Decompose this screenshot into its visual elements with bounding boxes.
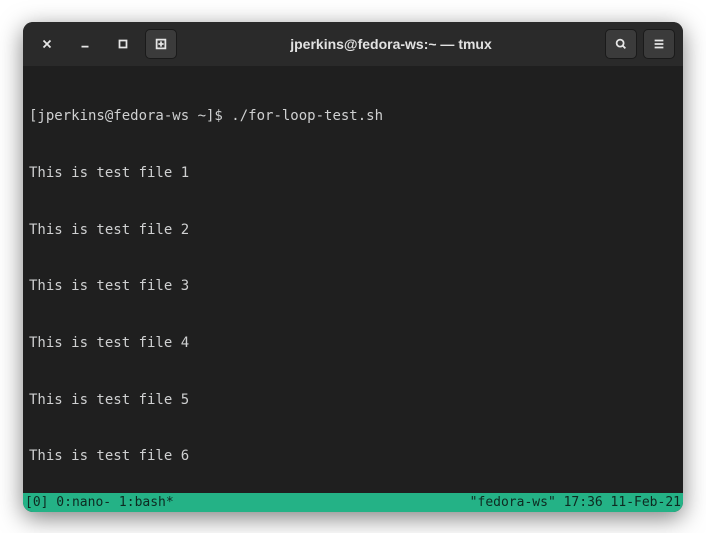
output-line: This is test file 1 [29,164,677,183]
output-line: This is test file 5 [29,391,677,410]
tmux-status-bar: [0] 0:nano- 1:bash* "fedora-ws" 17:36 11… [23,493,683,512]
close-button[interactable] [31,29,63,59]
output-line: This is test file 2 [29,221,677,240]
minimize-button[interactable] [69,29,101,59]
maximize-button[interactable] [107,29,139,59]
menu-button[interactable] [643,29,675,59]
title-bar: jperkins@fedora-ws:~ — tmux [23,22,683,66]
status-left: [0] 0:nano- 1:bash* [25,495,174,510]
terminal-area[interactable]: [jperkins@fedora-ws ~]$ ./for-loop-test.… [23,66,683,493]
window-title: jperkins@fedora-ws:~ — tmux [183,36,599,52]
title-bar-right [605,29,675,59]
command-text: ./for-loop-test.sh [231,108,383,124]
terminal-window: jperkins@fedora-ws:~ — tmux [jperkins@fe… [23,22,683,512]
new-tab-button[interactable] [145,29,177,59]
prompt-line-1: [jperkins@fedora-ws ~]$ ./for-loop-test.… [29,107,677,126]
status-right: "fedora-ws" 17:36 11-Feb-21 [470,495,681,510]
search-button[interactable] [605,29,637,59]
output-line: This is test file 6 [29,447,677,466]
output-line: This is test file 3 [29,277,677,296]
output-line: This is test file 4 [29,334,677,353]
prompt-1: [jperkins@fedora-ws ~]$ [29,108,231,124]
